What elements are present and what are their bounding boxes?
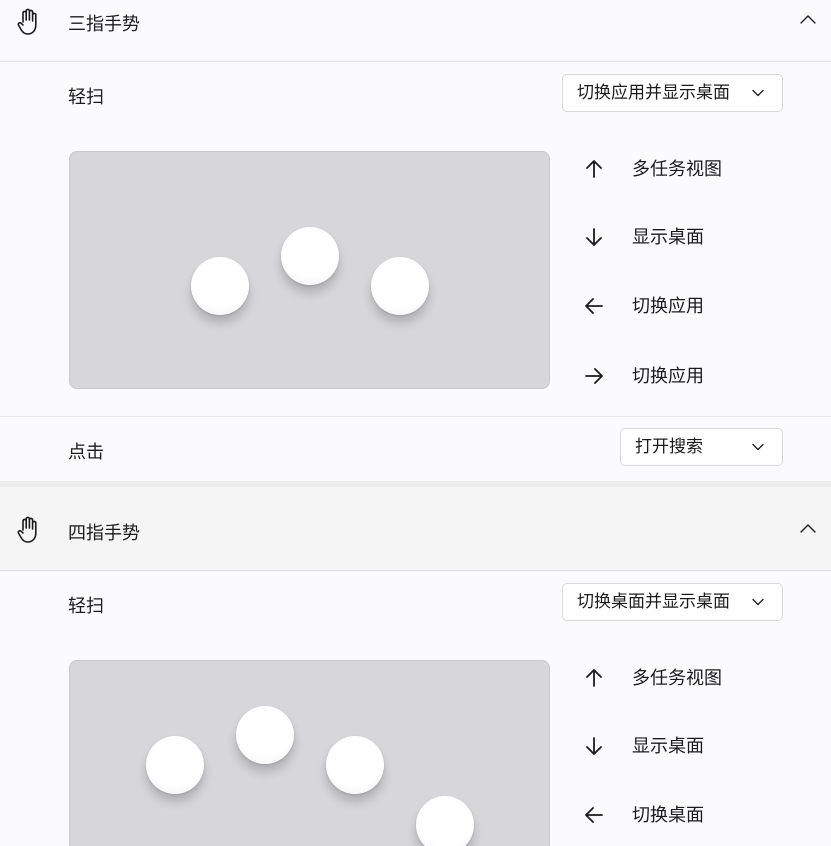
direction-label: 切换桌面 [632, 805, 704, 826]
left-arrow-icon [585, 807, 603, 823]
chevron-down-icon [752, 598, 764, 606]
chevron-down-icon [752, 443, 764, 451]
finger-circle [281, 227, 339, 285]
direction-label: 切换应用 [632, 366, 704, 387]
finger-circle [371, 257, 429, 315]
finger-circle [191, 257, 249, 315]
direction-label: 显示桌面 [632, 736, 704, 757]
touchpad-illustration [69, 660, 550, 846]
section-title: 三指手势 [68, 14, 140, 35]
direction-label: 显示桌面 [632, 227, 704, 248]
swipe-label: 轻扫 [68, 596, 104, 617]
chevron-up-icon[interactable] [799, 522, 817, 534]
touchpad-gestures-page: 三指手势 轻扫 切换应用并显示桌面 多任务视图 显示桌面 切换应用 切换应用 点… [0, 0, 831, 846]
down-arrow-icon [586, 737, 602, 755]
tap-label: 点击 [68, 442, 104, 463]
dropdown-value: 切换应用并显示桌面 [577, 83, 730, 103]
up-arrow-icon [586, 669, 602, 687]
direction-label: 多任务视图 [632, 668, 722, 689]
hand-icon [17, 516, 37, 543]
tap-action-dropdown[interactable]: 打开搜索 [620, 428, 783, 466]
direction-label: 切换应用 [632, 296, 704, 317]
down-arrow-icon [586, 228, 602, 246]
four-finger-gestures-header[interactable]: 四指手势 [0, 487, 831, 571]
finger-circle [326, 736, 384, 794]
finger-circle [416, 796, 474, 846]
finger-circle [236, 706, 294, 764]
swipe-action-dropdown[interactable]: 切换应用并显示桌面 [562, 74, 783, 112]
right-arrow-icon [585, 368, 603, 384]
chevron-up-icon[interactable] [799, 13, 817, 25]
three-finger-tap-section: 点击 打开搜索 [0, 417, 831, 481]
dropdown-value: 打开搜索 [635, 437, 703, 457]
up-arrow-icon [586, 160, 602, 178]
dropdown-value: 切换桌面并显示桌面 [577, 592, 730, 612]
three-finger-gestures-header[interactable]: 三指手势 [0, 0, 831, 60]
chevron-down-icon [752, 89, 764, 97]
finger-circle [146, 736, 204, 794]
touchpad-illustration [69, 151, 550, 389]
swipe-action-dropdown[interactable]: 切换桌面并显示桌面 [562, 583, 783, 621]
section-title: 四指手势 [68, 523, 140, 544]
left-arrow-icon [585, 298, 603, 314]
three-finger-swipe-section: 轻扫 切换应用并显示桌面 多任务视图 显示桌面 切换应用 切换应用 [0, 62, 831, 416]
direction-label: 多任务视图 [632, 159, 722, 180]
swipe-label: 轻扫 [68, 87, 104, 108]
four-finger-swipe-section: 轻扫 切换桌面并显示桌面 多任务视图 显示桌面 切换桌面 [0, 571, 831, 846]
hand-icon [17, 8, 37, 35]
